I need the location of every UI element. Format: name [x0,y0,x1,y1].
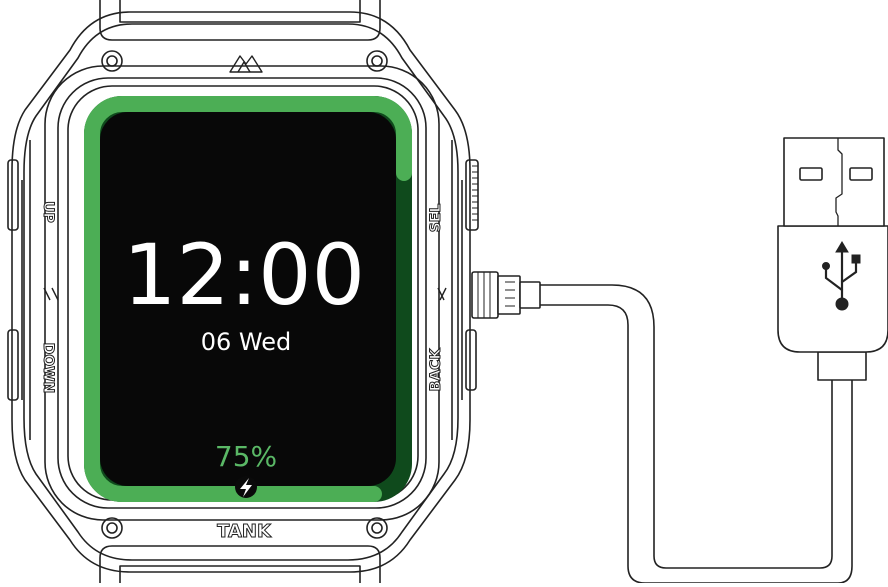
magnetic-connector [471,271,541,319]
usb-plug [777,137,888,381]
down-label: DOWN [40,343,56,394]
charging-cable [471,137,888,584]
up-label: UP [40,201,56,223]
charging-illustration: UP DOWN SEL BACK TANK 12:00 06 Wed 75% [0,0,888,584]
screw-icon [101,50,123,72]
select-label: SEL [428,204,444,233]
right-grip [451,140,463,440]
left-arrow-mark-icon [43,287,59,301]
clock-time: 12:00 [123,226,365,324]
illustration-canvas: UP DOWN SEL BACK TANK 12:00 06 Wed 75% [7,0,888,584]
screw-icon [366,517,388,539]
watch-screen: 12:00 06 Wed 75% [84,96,412,502]
strap-top [99,0,381,41]
crown-ridges [472,165,478,221]
up-button [7,159,19,231]
screw-icon [101,517,123,539]
date-text: 06 Wed [201,328,292,356]
strap-top-inner [119,0,361,23]
strap-bottom-inner [119,565,361,583]
brand-logo-icon [229,55,263,73]
screw-icon [366,50,388,72]
back-button [465,329,477,391]
battery-percent: 75% [215,440,277,473]
brand-text: TANK [217,521,272,542]
charging-bolt-icon [235,476,257,498]
strap-bottom [99,545,381,583]
back-label: BACK [428,348,444,392]
down-button [7,329,19,401]
